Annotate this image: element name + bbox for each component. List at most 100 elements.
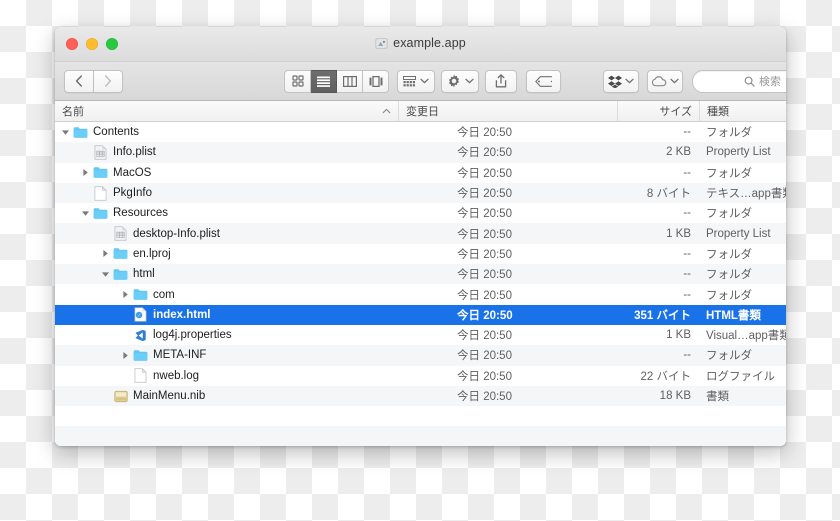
file-kind-cell: フォルダ xyxy=(706,127,752,140)
icloud-button[interactable] xyxy=(647,69,683,93)
list-view-button[interactable] xyxy=(311,69,337,93)
finder-window: example.app 検索 名前 変更日 サイズ 種類 Contents 今日… xyxy=(55,27,786,446)
table-row[interactable]: META-INF 今日 20:50 -- フォルダ xyxy=(55,345,786,366)
search-input[interactable]: 検索 xyxy=(692,69,786,93)
chevron-down-icon xyxy=(464,78,474,84)
file-kind-cell: HTML書類 xyxy=(706,309,761,322)
table-row[interactable]: MainMenu.nib 今日 20:50 18 KB 書類 xyxy=(55,385,786,407)
file-size-cell: -- xyxy=(683,126,691,139)
file-name-label: META-INF xyxy=(153,349,207,362)
sort-ascending-icon xyxy=(382,108,391,114)
disclosure-spacer xyxy=(99,390,112,403)
arrange-button[interactable] xyxy=(397,69,435,93)
table-row[interactable]: index.html 今日 20:50 351 バイト HTML書類 xyxy=(55,304,786,325)
file-name-cell: html xyxy=(55,267,399,282)
column-header-date[interactable]: 変更日 xyxy=(399,101,618,121)
column-view-icon xyxy=(342,75,357,87)
file-kind-cell: フォルダ xyxy=(706,269,752,282)
folder-icon xyxy=(73,126,88,138)
dropbox-icon xyxy=(608,75,622,88)
table-row[interactable]: html 今日 20:50 -- フォルダ xyxy=(55,264,786,285)
date-modified-cell: 今日 20:50 xyxy=(457,269,512,282)
disclosure-spacer xyxy=(79,146,92,159)
icon-view-icon xyxy=(291,75,304,87)
action-menu-button[interactable] xyxy=(441,69,479,93)
file-list[interactable]: Contents 今日 20:50 -- フォルダ Info.plist 今日 20:50… xyxy=(55,122,786,446)
disclosure-spacer xyxy=(79,187,92,200)
table-row[interactable]: com 今日 20:50 -- フォルダ xyxy=(55,284,786,304)
file-size-cell: 351 バイト xyxy=(634,309,691,322)
disclosure-triangle-closed[interactable] xyxy=(119,288,132,301)
chevron-left-icon xyxy=(75,75,82,87)
disclosure-triangle-open[interactable] xyxy=(59,126,72,139)
disclosure-triangle-closed[interactable] xyxy=(119,349,132,362)
column-view-button[interactable] xyxy=(337,69,363,93)
chevron-down-icon xyxy=(625,78,634,84)
table-row[interactable]: MacOS 今日 20:50 -- フォルダ xyxy=(55,163,786,183)
table-row[interactable]: PkgInfo 今日 20:50 8 バイト テキス…app書類 xyxy=(55,182,786,204)
file-kind-cell: フォルダ xyxy=(706,208,752,221)
folder-icon xyxy=(133,289,148,300)
table-row[interactable]: en.lproj 今日 20:50 -- フォルダ xyxy=(55,244,786,264)
vscode-document-icon xyxy=(135,329,146,341)
column-header-name[interactable]: 名前 xyxy=(55,101,399,121)
file-kind-cell: フォルダ xyxy=(706,248,752,261)
table-row[interactable]: nweb.log 今日 20:50 22 バイト ログファイル xyxy=(55,366,786,386)
gear-icon xyxy=(448,74,459,88)
file-icon xyxy=(113,226,128,241)
file-name-label: log4j.properties xyxy=(153,329,232,342)
date-modified-cell: 今日 20:50 xyxy=(457,208,512,221)
chevron-down-icon xyxy=(420,78,429,84)
column-header-name-label: 名前 xyxy=(62,106,84,118)
table-row[interactable]: Contents 今日 20:50 -- フォルダ xyxy=(55,122,786,142)
date-modified-cell: 今日 20:50 xyxy=(457,188,512,201)
file-icon xyxy=(113,267,128,282)
file-name-label: html xyxy=(133,268,155,281)
search-icon xyxy=(744,76,755,87)
finder-toolbar: 検索 xyxy=(55,62,786,101)
table-row[interactable]: desktop-Info.plist 今日 20:50 1 KB Property L… xyxy=(55,223,786,244)
file-name-cell: Resources xyxy=(55,206,399,221)
share-button[interactable] xyxy=(485,69,517,93)
file-name-cell: com xyxy=(55,287,399,302)
file-icon xyxy=(133,368,148,383)
disclosure-spacer xyxy=(119,329,132,342)
file-size-cell: -- xyxy=(683,166,691,179)
disclosure-triangle-closed[interactable] xyxy=(99,247,112,260)
table-row[interactable]: Info.plist 今日 20:50 2 KB Property List xyxy=(55,142,786,163)
file-name-label: Contents xyxy=(93,126,140,139)
window-titlebar: example.app xyxy=(55,27,786,62)
disclosure-triangle-open[interactable] xyxy=(79,207,92,220)
icon-view-button[interactable] xyxy=(284,69,311,93)
blank-document-icon xyxy=(94,185,107,201)
triangle-down-icon xyxy=(62,130,69,135)
column-header-size[interactable]: サイズ xyxy=(618,101,700,121)
date-modified-cell: 今日 20:50 xyxy=(457,330,512,343)
column-header-size-label: サイズ xyxy=(659,106,692,118)
tag-button[interactable] xyxy=(526,69,561,93)
file-name-label: Resources xyxy=(113,207,168,220)
forward-button[interactable] xyxy=(94,69,123,93)
folder-icon xyxy=(93,167,108,179)
file-icon xyxy=(93,206,108,221)
back-button[interactable] xyxy=(64,69,94,93)
disclosure-spacer xyxy=(119,308,132,321)
dropbox-button[interactable] xyxy=(603,69,639,93)
file-name-label: nweb.log xyxy=(153,369,200,382)
gallery-view-button[interactable] xyxy=(363,69,389,93)
file-name-label: MacOS xyxy=(113,166,152,179)
table-row[interactable]: Resources 今日 20:50 -- フォルダ xyxy=(55,203,786,223)
column-header-kind[interactable]: 種類 xyxy=(700,101,786,121)
view-mode-switcher xyxy=(284,69,389,93)
file-name-label: MainMenu.nib xyxy=(133,390,206,402)
disclosure-triangle-open[interactable] xyxy=(99,268,112,281)
file-name-cell: en.lproj xyxy=(55,246,399,261)
column-header-date-label: 変更日 xyxy=(406,106,439,118)
triangle-down-icon xyxy=(102,272,109,277)
file-kind-cell: テキス…app書類 xyxy=(706,188,786,201)
table-row[interactable]: log4j.properties 今日 20:50 1 KB Visual…app書類 xyxy=(55,325,786,345)
disclosure-triangle-closed[interactable] xyxy=(79,166,92,179)
icloud-icon xyxy=(651,75,667,86)
html-document-icon xyxy=(134,307,147,322)
app-icon xyxy=(375,37,388,49)
